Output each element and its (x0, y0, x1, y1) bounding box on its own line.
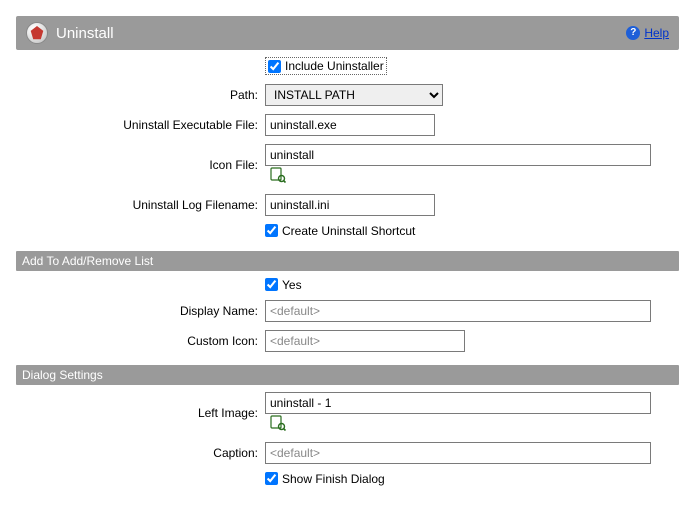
help-link[interactable]: Help (644, 26, 669, 40)
path-select[interactable]: INSTALL PATH (265, 84, 443, 106)
create-shortcut-checkbox-group[interactable]: Create Uninstall Shortcut (265, 224, 675, 238)
section-add-remove: Add To Add/Remove List (16, 251, 679, 271)
app-pentagon-icon (26, 22, 48, 44)
include-uninstaller-label: Include Uninstaller (285, 59, 384, 73)
show-finish-label: Show Finish Dialog (282, 472, 385, 486)
custom-icon-label: Custom Icon: (16, 329, 264, 353)
left-image-label: Left Image: (16, 391, 264, 435)
icon-file-browse-button[interactable] (269, 166, 287, 184)
log-file-input[interactable] (265, 194, 435, 216)
show-finish-checkbox-group[interactable]: Show Finish Dialog (265, 472, 675, 486)
add-remove-yes-checkbox[interactable] (265, 278, 278, 291)
section-dialog-settings: Dialog Settings (16, 365, 679, 385)
help-icon: ? (626, 26, 640, 40)
include-uninstaller-checkbox[interactable] (268, 60, 281, 73)
icon-file-input[interactable] (265, 144, 651, 166)
log-file-label: Uninstall Log Filename: (16, 193, 264, 217)
custom-icon-input[interactable] (265, 330, 465, 352)
exe-file-input[interactable] (265, 114, 435, 136)
caption-input[interactable] (265, 442, 651, 464)
left-image-input[interactable] (265, 392, 651, 414)
create-shortcut-label: Create Uninstall Shortcut (282, 224, 415, 238)
add-remove-yes-checkbox-group[interactable]: Yes (265, 278, 675, 292)
add-remove-yes-label: Yes (282, 278, 302, 292)
include-uninstaller-checkbox-group[interactable]: Include Uninstaller (265, 57, 387, 75)
show-finish-checkbox[interactable] (265, 472, 278, 485)
create-shortcut-checkbox[interactable] (265, 224, 278, 237)
left-image-browse-button[interactable] (269, 414, 287, 432)
exe-file-label: Uninstall Executable File: (16, 113, 264, 137)
display-name-input[interactable] (265, 300, 651, 322)
display-name-label: Display Name: (16, 299, 264, 323)
page-title: Uninstall (56, 25, 626, 42)
caption-label: Caption: (16, 441, 264, 465)
path-label: Path: (16, 83, 264, 107)
header-bar: Uninstall ? Help (16, 16, 679, 50)
icon-file-label: Icon File: (16, 143, 264, 187)
